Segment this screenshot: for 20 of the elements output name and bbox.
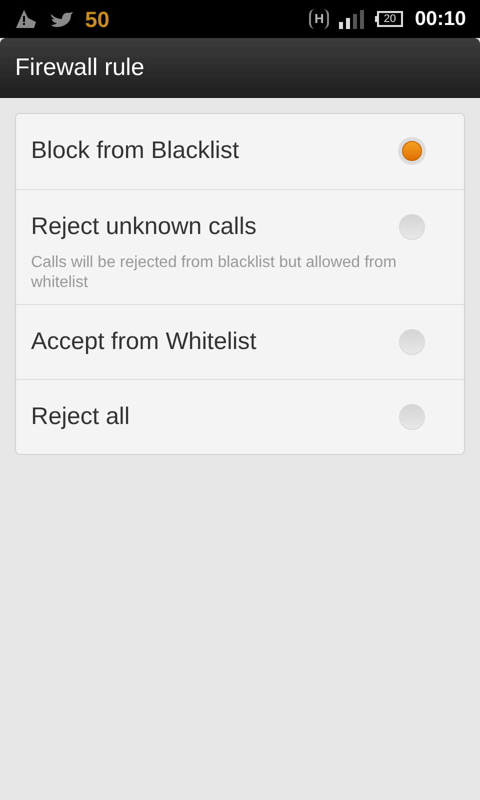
battery-icon: 20	[374, 11, 403, 27]
radio-button[interactable]	[398, 137, 426, 165]
alert-icon	[14, 8, 38, 30]
option-label: Accept from Whitelist	[31, 328, 258, 356]
clock: 00:10	[414, 7, 466, 32]
bird-icon	[50, 10, 74, 28]
option-label: Reject all	[31, 403, 131, 431]
option-row[interactable]: Block from Blacklist	[16, 114, 464, 189]
option-row[interactable]: Reject all	[16, 379, 464, 454]
radio-button[interactable]	[399, 329, 425, 355]
notification-count: 50	[85, 6, 110, 34]
radio-button[interactable]	[399, 404, 425, 430]
option-label: Block from Blacklist	[31, 137, 240, 165]
option-description: Calls will be rejected from blacklist but allowed from whitelist	[31, 253, 398, 293]
signal-icon	[338, 9, 365, 29]
screen-title: Firewall rule	[15, 53, 144, 83]
option-row[interactable]: Accept from Whitelist	[16, 304, 464, 379]
radio-button[interactable]	[399, 214, 425, 240]
option-row[interactable]: Reject unknown calls Calls will be rejected from blacklist but allowed from whitelist	[16, 189, 464, 304]
option-label: Reject unknown calls	[31, 213, 258, 241]
